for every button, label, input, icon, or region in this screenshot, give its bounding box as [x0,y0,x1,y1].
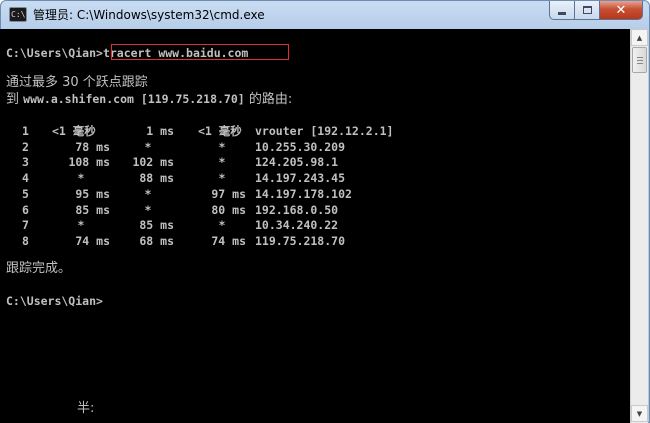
hop-host: 14.197.243.45 [255,171,346,186]
hop-time: 80 ms [211,202,246,217]
hop-number: 7 [22,218,29,233]
ime-status: 半: [77,401,95,416]
hop-time: * [218,171,226,186]
hop-row: 4 * 88 ms * 14.197.243.45 [0,170,630,186]
hop-row: 1 <1 毫秒 1 ms <1 毫秒 vrouter [192.12.2.1] [0,123,630,139]
cmd-icon[interactable]: C:\ [9,7,27,22]
hop-time: 78 ms [75,139,110,154]
hop-time: 95 ms [75,186,110,201]
hop-time: * [77,218,85,233]
vertical-scrollbar[interactable]: ▲ ▼ [630,29,648,423]
hop-time: * [218,139,226,154]
hop-host: 10.255.30.209 [255,139,346,154]
hop-time: <1 毫秒 [198,124,242,138]
caption-buttons: ✕ [549,1,643,20]
hop-time: 88 ms [139,171,174,186]
header-to: 到 [6,92,24,107]
minimize-icon [558,11,566,15]
hop-time: 97 ms [211,186,246,201]
close-button[interactable]: ✕ [599,1,643,20]
hop-host: vrouter [192.12.2.1] [255,124,394,138]
hop-number: 2 [22,139,29,154]
scroll-up-button[interactable]: ▲ [631,29,648,46]
hop-number: 3 [22,155,29,170]
hop-time: 102 ms [132,155,174,170]
hop-time: * [218,218,226,233]
prompt-line-2: C:\Users\Qian> [6,294,103,308]
maximize-button[interactable] [574,1,600,20]
hop-number: 6 [22,202,29,217]
hop-number: 8 [22,233,29,248]
hop-number: 4 [22,171,29,186]
hop-time: 85 ms [139,218,174,233]
scroll-down-button[interactable]: ▼ [631,405,648,422]
hop-host: 119.75.218.70 [255,233,346,248]
header-target: www.a.shifen.com [119.75.218.70] [23,92,245,106]
hop-number: 5 [22,186,29,201]
hop-number: 1 [22,124,29,138]
window-title: 管理员: C:\Windows\system32\cmd.exe [33,8,265,22]
hop-host: 192.168.0.50 [255,202,339,217]
hop-time: * [144,186,152,201]
scroll-up-icon: ▲ [636,33,643,42]
hop-time: * [144,202,152,217]
scroll-thumb[interactable] [632,47,647,73]
hop-row: 5 95 ms * 97 ms 14.197.178.102 [0,186,630,202]
close-icon: ✕ [615,2,627,18]
hop-time: * [77,171,85,186]
console-output[interactable]: C:\Users\Qian>tracert www.baidu.com 通过最多… [0,29,630,423]
command-highlight-box [111,44,289,60]
hop-time: * [144,139,152,154]
hop-row: 3 108 ms 102 ms * 124.205.98.1 [0,154,630,170]
hop-row: 7 * 85 ms * 10.34.240.22 [0,217,630,233]
trace-header-line2: 到 www.a.shifen.com [119.75.218.70] 的路由: [6,92,292,107]
hop-time: * [218,155,226,170]
hop-time: 108 ms [68,155,110,170]
trace-complete: 跟踪完成。 [6,261,72,276]
hop-row: 2 78 ms * * 10.255.30.209 [0,139,630,155]
hop-host: 14.197.178.102 [255,186,352,201]
cmd-icon-glyph: C:\ [11,10,26,19]
grip-line [637,63,643,64]
title-bar[interactable]: C:\ 管理员: C:\Windows\system32\cmd.exe ✕ [1,1,649,29]
hop-host: 10.34.240.22 [255,218,339,233]
hop-time: 85 ms [75,202,110,217]
scroll-down-icon: ▼ [636,409,643,418]
grip-line [637,60,643,61]
hop-row: 8 74 ms 68 ms 74 ms 119.75.218.70 [0,233,630,249]
prompt: C:\Users\Qian> [6,46,103,60]
hop-time: 74 ms [75,233,110,248]
minimize-button[interactable] [549,1,575,20]
maximize-icon [582,6,592,14]
hop-time: 68 ms [139,233,174,248]
grip-line [637,57,643,58]
hop-row: 6 85 ms * 80 ms 192.168.0.50 [0,202,630,218]
hop-time: <1 毫秒 [52,124,96,138]
trace-header-line1: 通过最多 30 个跃点跟踪 [6,75,148,90]
hop-host: 124.205.98.1 [255,155,339,170]
hop-time: 1 ms [146,124,174,138]
hop-time: 74 ms [211,233,246,248]
header-route: 的路由: [244,92,293,107]
